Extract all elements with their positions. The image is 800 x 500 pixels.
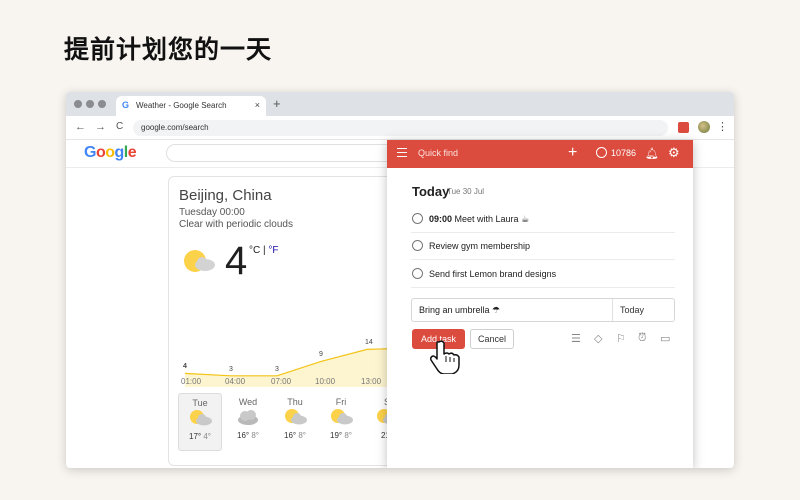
- karma-icon[interactable]: [596, 147, 607, 158]
- todoist-extension-icon[interactable]: [678, 122, 689, 133]
- forecast-day-name: Tue: [192, 398, 208, 408]
- hand-cursor-icon: [430, 340, 460, 374]
- forecast-temps: 16° 8°: [284, 431, 306, 440]
- todoist-header: Quick find + 10786 🔔︎ ⚙: [387, 140, 693, 168]
- new-task-editor: Bring an umbrella ☂ Today: [411, 298, 675, 322]
- forecast-temps: 16° 8°: [237, 431, 259, 440]
- todoist-popup: Quick find + 10786 🔔︎ ⚙ Today Tue 30 Jul…: [387, 140, 693, 468]
- comment-icon[interactable]: ▭: [660, 332, 670, 345]
- divider: [612, 299, 613, 321]
- google-logo[interactable]: Google: [84, 144, 137, 162]
- karma-count[interactable]: 10786: [611, 148, 636, 158]
- window-dot[interactable]: [86, 100, 94, 108]
- project-list-icon[interactable]: ☰: [571, 332, 581, 345]
- forecast-temps: 19° 8°: [330, 431, 352, 440]
- hour-label: 10:00: [315, 377, 336, 386]
- unit-celsius: °C: [249, 245, 261, 256]
- weather-condition: Clear with periodic clouds: [179, 219, 293, 230]
- new-tab-button[interactable]: +: [273, 96, 281, 111]
- reminder-alarm-icon[interactable]: ⏰︎: [638, 332, 647, 345]
- temperature-label: 9: [319, 351, 323, 359]
- partly-cloudy-icon: [273, 407, 317, 431]
- hour-label: 01:00: [181, 377, 202, 386]
- back-arrow-icon[interactable]: ←: [75, 121, 86, 133]
- task-item[interactable]: Send first Lemon brand designs: [411, 261, 675, 288]
- menu-icon[interactable]: [397, 148, 407, 157]
- reload-icon[interactable]: C: [116, 121, 123, 132]
- due-date-input[interactable]: Today: [620, 305, 644, 315]
- task-item[interactable]: Review gym membership: [411, 233, 675, 260]
- browser-menu-icon[interactable]: ⋮: [717, 120, 728, 133]
- new-task-input[interactable]: Bring an umbrella ☂: [419, 305, 500, 316]
- task-checkbox[interactable]: [412, 240, 423, 251]
- task-item[interactable]: 09:00 Meet with Laura ☕: [411, 206, 675, 233]
- partly-cloudy-icon: [319, 407, 363, 431]
- add-task-icon[interactable]: +: [568, 144, 577, 162]
- page-headline: 提前计划您的一天: [64, 35, 273, 64]
- task-text[interactable]: Review gym membership: [429, 241, 530, 251]
- hour-label: 13:00: [361, 377, 382, 386]
- window-dot[interactable]: [74, 100, 82, 108]
- tab-title: Weather - Google Search: [136, 101, 227, 110]
- logo-letter: g: [114, 144, 125, 161]
- task-checkbox[interactable]: [412, 268, 423, 279]
- priority-flag-icon[interactable]: ⚐: [616, 332, 626, 345]
- logo-letter: G: [84, 144, 96, 161]
- temperature-unit-toggle: °C | °F: [249, 245, 279, 256]
- today-heading: Today: [412, 184, 450, 199]
- hour-label: 04:00: [225, 377, 246, 386]
- tab-weather[interactable]: G Weather - Google Search ×: [116, 96, 266, 116]
- today-date: Tue 30 Jul: [447, 187, 485, 196]
- forecast-temps: 17° 4°: [189, 432, 211, 441]
- forecast-day-name: Fri: [335, 397, 347, 407]
- window-dot[interactable]: [98, 100, 106, 108]
- quick-find-input[interactable]: Quick find: [418, 148, 458, 158]
- address-bar[interactable]: google.com/search: [133, 120, 668, 136]
- tab-bar: G Weather - Google Search × +: [66, 92, 734, 116]
- cancel-button[interactable]: Cancel: [470, 329, 514, 349]
- google-search-input[interactable]: [166, 144, 406, 162]
- forecast-day[interactable]: Thu 16° 8°: [273, 393, 317, 451]
- logo-letter: o: [105, 144, 115, 161]
- temperature-label: 3: [275, 365, 279, 373]
- profile-avatar[interactable]: [698, 121, 710, 133]
- logo-letter: o: [95, 144, 106, 161]
- browser-toolbar: ← → C google.com/search ⋮: [66, 116, 734, 140]
- forward-arrow-icon[interactable]: →: [95, 121, 106, 133]
- logo-letter: e: [127, 144, 137, 161]
- task-text[interactable]: 09:00 Meet with Laura ☕: [429, 214, 529, 225]
- weather-city: Beijing, China: [179, 187, 272, 204]
- partly-cloudy-icon: [179, 408, 221, 432]
- temperature-label: 3: [229, 365, 233, 373]
- temperature-label: 14: [365, 339, 373, 347]
- partly-cloudy-icon: [184, 250, 215, 272]
- hour-label: 07:00: [271, 377, 292, 386]
- task-text[interactable]: Send first Lemon brand designs: [429, 269, 556, 279]
- forecast-day[interactable]: Fri 19° 8°: [319, 393, 363, 451]
- forecast-day-name: Thu: [287, 397, 303, 407]
- weather-time: Tuesday 00:00: [179, 207, 245, 218]
- forecast-day[interactable]: Tue 17° 4°: [178, 393, 222, 451]
- label-tag-icon[interactable]: ◇: [594, 332, 602, 345]
- current-temperature: 4: [225, 239, 248, 283]
- task-checkbox[interactable]: [412, 213, 423, 224]
- close-tab-icon[interactable]: ×: [255, 100, 260, 110]
- gear-icon[interactable]: ⚙: [668, 145, 680, 161]
- unit-fahrenheit[interactable]: °F: [268, 245, 278, 256]
- browser-window: G Weather - Google Search × + ← → C goog…: [66, 92, 734, 468]
- bell-icon[interactable]: 🔔︎: [645, 147, 659, 160]
- forecast-day-name: Wed: [238, 397, 258, 407]
- forecast-day[interactable]: Wed 16° 8°: [226, 393, 270, 451]
- temperature-label: 4: [183, 363, 187, 371]
- google-favicon-icon: G: [122, 100, 130, 110]
- cloudy-icon: [226, 407, 270, 431]
